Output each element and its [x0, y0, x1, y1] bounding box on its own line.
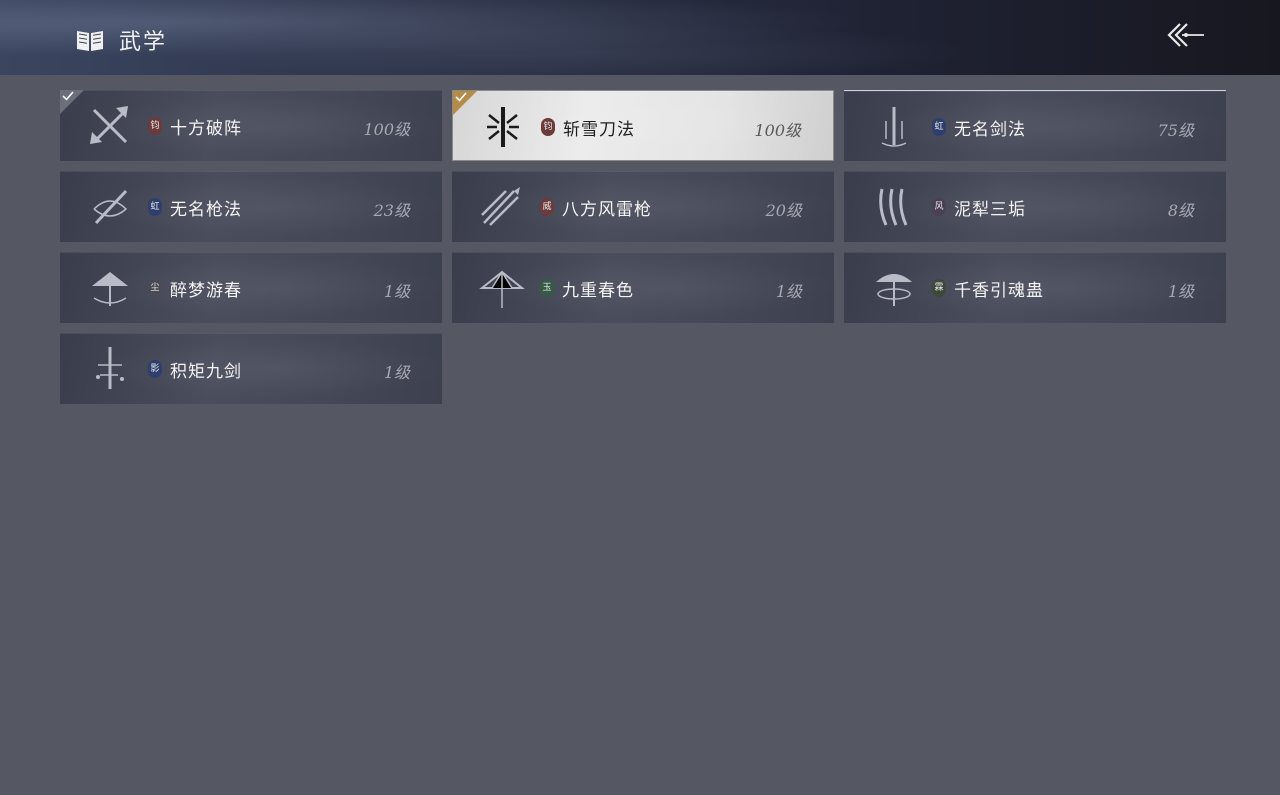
school-badge: 钧	[541, 118, 555, 136]
spear-swirl-icon	[93, 189, 128, 225]
skill-name: 无名剑法	[954, 120, 1026, 140]
school-badge: 霖	[932, 279, 946, 297]
title-wrap: 武学	[75, 24, 167, 56]
crossed-blades-icon	[90, 106, 128, 144]
skill-name: 十方破阵	[170, 119, 242, 139]
skill-level: 1级	[383, 363, 410, 382]
flying-swords-icon	[96, 347, 124, 389]
skill-name: 九重春色	[562, 281, 634, 301]
snow-blade-icon	[487, 107, 519, 147]
umbrella-swirl-icon	[92, 272, 128, 306]
skill-card[interactable]: 钧十方破阵 100级	[60, 90, 442, 161]
sword-icon	[881, 107, 907, 147]
checkmark-icon	[455, 92, 467, 102]
claw-slash-icon	[879, 188, 908, 226]
top-bar: 武学	[0, 0, 1280, 75]
skill-card[interactable]: 玉九重春色 1级	[452, 252, 834, 323]
skill-level: 1级	[383, 282, 410, 301]
skill-level: 1级	[775, 282, 802, 301]
skill-card[interactable]: 钧斩雪刀法 100级	[452, 90, 834, 161]
skill-level: 1级	[1167, 282, 1194, 301]
skill-level: 100级	[363, 120, 410, 139]
school-badge: 尘	[148, 279, 162, 297]
skill-level: 75级	[1157, 121, 1194, 140]
skill-card[interactable]: 尘醉梦游春 1级	[60, 252, 442, 323]
thunder-spear-icon	[481, 187, 520, 226]
skill-grid: 钧十方破阵 100级钧斩雪刀法 100级虹无名剑法 75级虹无名枪法 23级威八方风雷枪…	[60, 90, 1226, 404]
skill-level: 20级	[765, 201, 802, 220]
book-icon	[77, 31, 103, 51]
skill-name: 斩雪刀法	[563, 120, 635, 140]
school-badge: 虹	[148, 198, 162, 216]
umbrella-icon	[479, 270, 525, 308]
school-badge: 钧	[148, 117, 162, 135]
skill-card[interactable]: 虹无名枪法 23级	[60, 171, 442, 242]
skill-name: 无名枪法	[170, 200, 242, 220]
school-badge: 风	[932, 198, 946, 216]
parasol-ring-icon	[876, 274, 912, 306]
page-title: 武学	[119, 30, 168, 55]
school-badge: 玉	[540, 279, 554, 297]
checkmark-icon	[62, 91, 74, 101]
back-arrow-icon[interactable]	[1162, 18, 1208, 52]
skill-level: 23级	[373, 201, 410, 220]
skill-name: 醉梦游春	[170, 281, 242, 301]
skill-level: 8级	[1167, 201, 1194, 220]
skill-name: 积矩九剑	[170, 362, 242, 382]
skill-name: 泥犁三垢	[954, 200, 1026, 220]
skill-card[interactable]: 威八方风雷枪 20级	[452, 171, 834, 242]
skill-card[interactable]: 影积矩九剑 1级	[60, 333, 442, 404]
skill-card[interactable]: 风泥犁三垢 8级	[844, 171, 1226, 242]
skill-level: 100级	[754, 121, 801, 140]
skill-name: 八方风雷枪	[562, 200, 652, 220]
school-badge: 影	[148, 360, 162, 378]
school-badge: 威	[540, 198, 554, 216]
school-badge: 虹	[932, 118, 946, 136]
skill-card[interactable]: 霖千香引魂蛊 1级	[844, 252, 1226, 323]
skill-card[interactable]: 虹无名剑法 75级	[844, 90, 1226, 161]
skill-name: 千香引魂蛊	[954, 281, 1044, 301]
